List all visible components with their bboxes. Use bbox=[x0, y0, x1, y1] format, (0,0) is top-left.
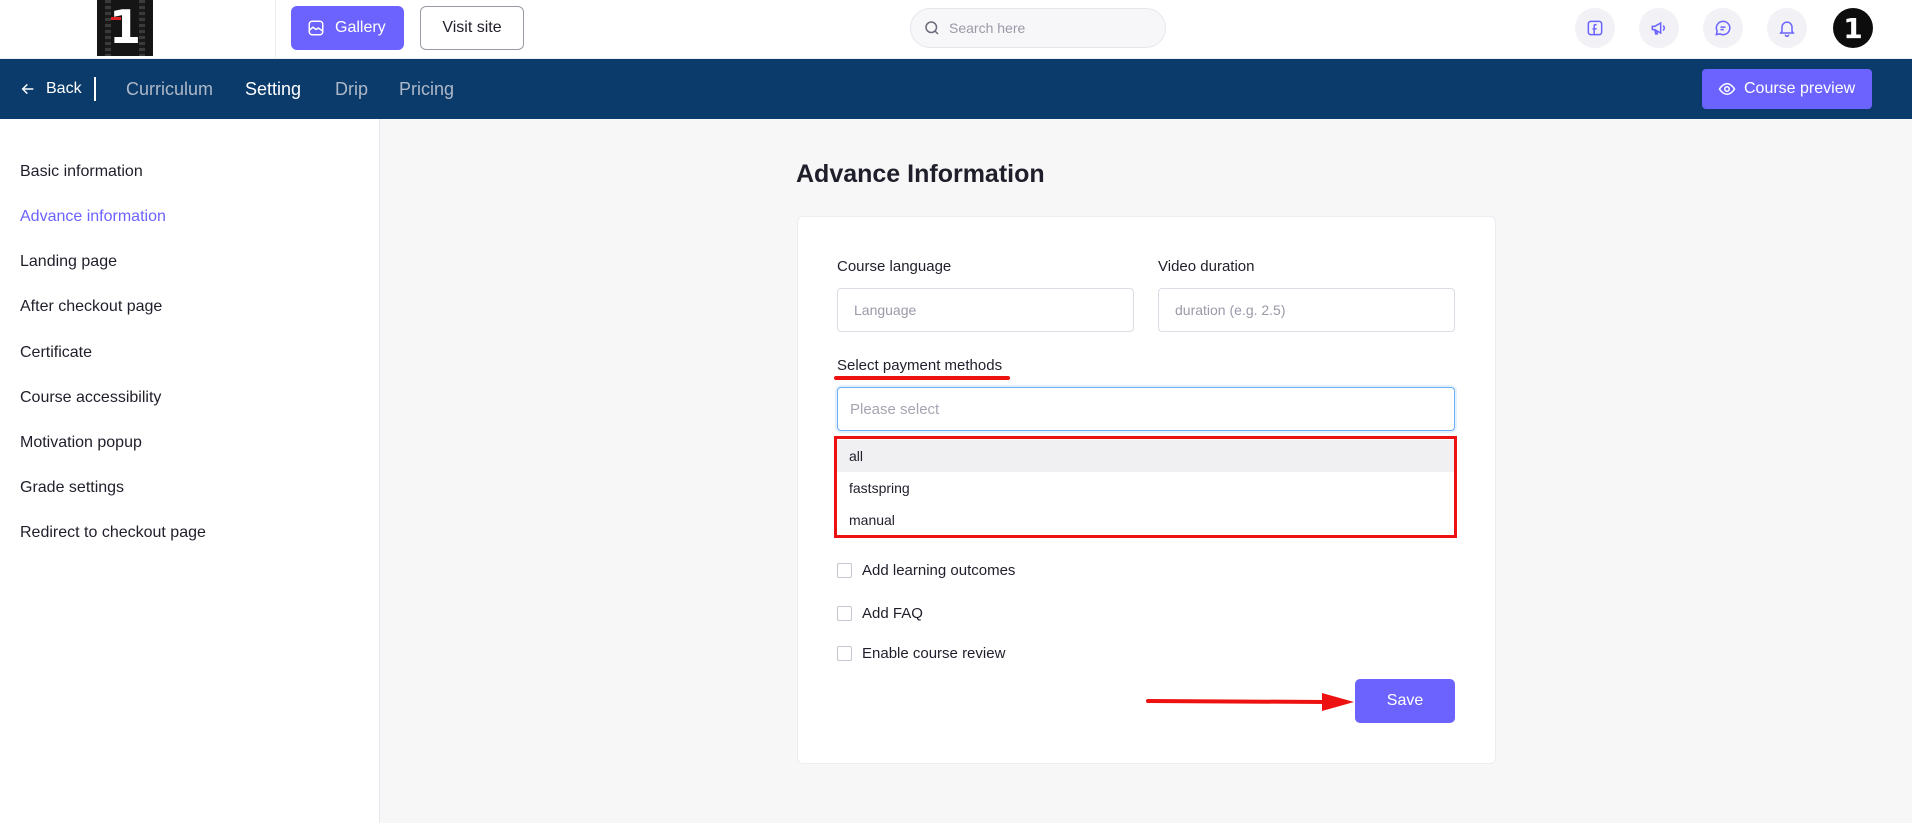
tab-pricing[interactable]: Pricing bbox=[399, 59, 454, 119]
save-label: Save bbox=[1386, 692, 1424, 709]
search-icon bbox=[925, 21, 939, 35]
course-language-input[interactable] bbox=[837, 288, 1134, 332]
notifications-button[interactable] bbox=[1767, 8, 1807, 48]
site-logo[interactable]: 1 bbox=[97, 0, 153, 56]
sidebar-item-certificate[interactable]: Certificate bbox=[20, 344, 92, 362]
avatar[interactable]: 1 bbox=[1833, 8, 1873, 48]
add-learning-outcomes-label: Add learning outcomes bbox=[862, 562, 1016, 579]
gallery-label: Gallery bbox=[335, 19, 386, 36]
announcement-button[interactable] bbox=[1639, 8, 1679, 48]
nav-divider bbox=[94, 77, 96, 101]
dropdown-option-all[interactable]: all bbox=[837, 440, 1454, 472]
sidebar-item-motivation-popup[interactable]: Motivation popup bbox=[20, 434, 142, 452]
course-preview-button[interactable]: Course preview bbox=[1702, 69, 1872, 109]
payment-methods-dropdown: all fastspring manual bbox=[834, 436, 1457, 538]
arrow-left-icon bbox=[21, 83, 34, 95]
dropdown-option-manual[interactable]: manual bbox=[837, 504, 1454, 536]
back-label: Back bbox=[46, 80, 82, 97]
payment-methods-select[interactable] bbox=[837, 387, 1455, 431]
dropdown-option-fastspring[interactable]: fastspring bbox=[837, 472, 1454, 504]
logo-mark bbox=[111, 17, 121, 20]
annotation-arrow bbox=[1146, 693, 1354, 711]
sidebar-item-grade-settings[interactable]: Grade settings bbox=[20, 479, 124, 497]
gallery-button[interactable]: Gallery bbox=[291, 6, 404, 50]
add-faq-checkbox-row[interactable]: Add FAQ bbox=[837, 605, 923, 622]
payment-methods-label: Select payment methods bbox=[837, 357, 1003, 374]
enable-course-review-label: Enable course review bbox=[862, 645, 1006, 662]
gallery-icon bbox=[308, 20, 324, 36]
visit-site-button[interactable]: Visit site bbox=[420, 6, 524, 50]
course-preview-label: Course preview bbox=[1744, 80, 1856, 97]
sidebar-item-course-accessibility[interactable]: Course accessibility bbox=[20, 389, 161, 407]
add-faq-checkbox[interactable] bbox=[837, 606, 852, 621]
sidebar-item-landing-page[interactable]: Landing page bbox=[20, 253, 117, 271]
tab-drip[interactable]: Drip bbox=[335, 59, 368, 119]
bell-icon bbox=[1779, 21, 1795, 38]
video-duration-input[interactable] bbox=[1158, 288, 1455, 332]
add-learning-outcomes-checkbox[interactable] bbox=[837, 563, 852, 578]
back-button[interactable]: Back bbox=[20, 59, 82, 119]
tab-curriculum[interactable]: Curriculum bbox=[126, 59, 213, 119]
enable-course-review-checkbox[interactable] bbox=[837, 646, 852, 661]
course-language-label: Course language bbox=[837, 258, 952, 275]
top-bar: 1 Gallery Visit site 1 bbox=[0, 0, 1912, 59]
enable-course-review-checkbox-row[interactable]: Enable course review bbox=[837, 645, 1005, 662]
eye-icon bbox=[1718, 82, 1736, 96]
sidebar-item-advance-information[interactable]: Advance information bbox=[20, 208, 166, 226]
page-title: Advance Information bbox=[796, 160, 1045, 188]
messages-button[interactable] bbox=[1703, 8, 1743, 48]
add-learning-outcomes-checkbox-row[interactable]: Add learning outcomes bbox=[837, 562, 1015, 579]
logo-text: 1 bbox=[108, 0, 141, 54]
add-faq-label: Add FAQ bbox=[862, 605, 923, 622]
megaphone-icon bbox=[1651, 21, 1666, 35]
annotation-underline bbox=[834, 376, 1010, 380]
save-button[interactable]: Save bbox=[1355, 679, 1455, 723]
course-navbar: Back Curriculum Setting Drip Pricing Cou… bbox=[0, 59, 1912, 119]
visit-site-label: Visit site bbox=[442, 19, 502, 36]
chat-icon bbox=[1715, 20, 1731, 36]
search-box bbox=[910, 8, 1166, 48]
tab-setting[interactable]: Setting bbox=[245, 59, 301, 119]
search-input[interactable] bbox=[949, 20, 1149, 36]
top-divider bbox=[275, 0, 276, 58]
facebook-button[interactable] bbox=[1575, 8, 1615, 48]
sidebar-item-redirect-to-checkout-page[interactable]: Redirect to checkout page bbox=[20, 524, 206, 542]
video-duration-label: Video duration bbox=[1158, 258, 1255, 275]
facebook-icon bbox=[1587, 20, 1603, 36]
avatar-text: 1 bbox=[1843, 11, 1863, 45]
settings-sidebar: Basic information Advance information La… bbox=[0, 119, 380, 823]
sidebar-item-after-checkout-page[interactable]: After checkout page bbox=[20, 298, 162, 316]
sidebar-item-basic-information[interactable]: Basic information bbox=[20, 163, 143, 181]
